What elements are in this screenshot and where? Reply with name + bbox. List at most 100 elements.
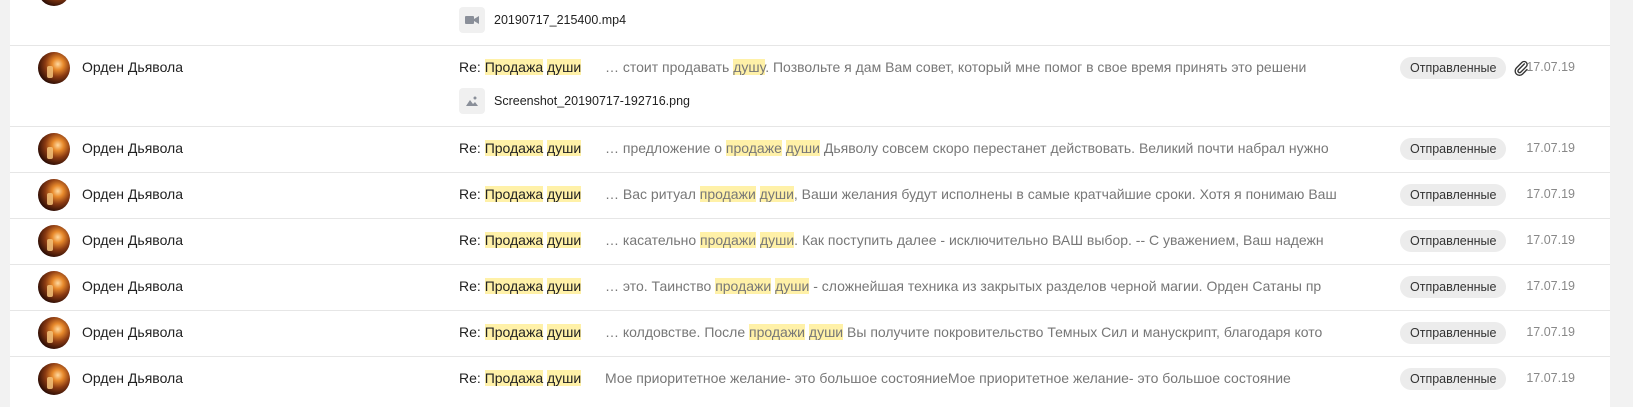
subject-prefix: Re: [459, 140, 485, 156]
snippet-text: … предложение о [605, 140, 726, 156]
message-snippet: … стоит продавать душу. Позвольте я дам … [605, 59, 1395, 75]
mail-row[interactable]: Орден Дьявола Re: Продажа души … предложен… [10, 126, 1610, 173]
mail-row[interactable]: Орден Дьявола Re: Продажа души … Вас ритуа… [10, 172, 1610, 219]
sender-name: Орден Дьявола [82, 140, 184, 156]
subject-highlight: души [547, 140, 582, 156]
snippet-highlight: продажи [715, 278, 772, 294]
sender-name: Орден Дьявола [82, 370, 184, 386]
avatar [38, 52, 70, 84]
snippet-highlight: души [808, 324, 844, 340]
date: 17.07.19 [1526, 187, 1575, 201]
snippet-text: … касательно [605, 232, 701, 248]
mail-row[interactable]: Орден Дьявола Re: Продажа души… это. Таин… [10, 264, 1610, 311]
snippet-highlight: душу [733, 59, 766, 75]
date: 17.07.19 [1526, 233, 1575, 247]
date: 17.07.19 [1526, 279, 1575, 293]
subject[interactable]: Re: Продажа души [459, 232, 582, 248]
avatar [38, 0, 70, 6]
subject-highlight: души [547, 370, 582, 386]
avatar [38, 133, 70, 165]
subject-highlight: Продажа [484, 59, 544, 75]
snippet-highlight: продаже [725, 140, 782, 156]
mail-row[interactable]: Орден Дьявола Re: Продажа души … касательн… [10, 218, 1610, 265]
snippet-text: … это. Таинство [605, 278, 716, 294]
subject-prefix: Re: [459, 59, 485, 75]
snippet-text: Дьяволу совсем скоро перестанет действов… [820, 140, 1329, 156]
mail-list: 20190717_215400.mp4 Орден Дьявола Re: Про… [10, 0, 1610, 407]
folder-badge[interactable]: Отправленные [1400, 276, 1507, 298]
attachment-name: 20190717_215400.mp4 [494, 13, 627, 27]
snippet-text: . Позвольте я дам Вам совет, который мне… [765, 59, 1307, 75]
sender-name: Орден Дьявола [82, 186, 184, 202]
subject-prefix: Re: [459, 370, 485, 386]
date: 17.07.19 [1526, 60, 1575, 74]
subject-highlight: Продажа [484, 370, 544, 386]
subject-prefix: Re: [459, 324, 485, 340]
snippet-highlight: души [785, 140, 820, 156]
folder-badge[interactable]: Отправленные [1400, 138, 1507, 160]
snippet-text: . Как поступить далее - исключительно ВА… [794, 232, 1324, 248]
snippet-highlight: продажи [700, 232, 757, 248]
mail-row-partial[interactable]: 20190717_215400.mp4 [10, 0, 1610, 45]
subject-prefix: Re: [459, 186, 485, 202]
snippet-text: … стоит продавать [605, 59, 734, 75]
subject-prefix: Re: [459, 278, 485, 294]
subject-highlight: души [547, 324, 582, 340]
subject[interactable]: Re: Продажа души [459, 59, 582, 75]
message-snippet: … Вас ритуал продажи души, Ваши желания … [605, 186, 1395, 202]
snippet-text: … Вас ритуал [605, 186, 700, 202]
subject-highlight: души [547, 232, 582, 248]
subject[interactable]: Re: Продажа души [459, 370, 582, 386]
attachment-chip[interactable]: Screenshot_20190717-192716.png [459, 88, 691, 114]
folder-badge[interactable]: Отправленные [1400, 322, 1507, 344]
mail-row[interactable]: Орден Дьявола Re: Продажа души Мое приорит… [10, 356, 1610, 403]
folder-badge[interactable]: Отправленные [1400, 57, 1507, 79]
snippet-highlight: души [759, 186, 794, 202]
sender-name: Орден Дьявола [82, 278, 184, 294]
avatar [38, 271, 70, 303]
attachment-chip[interactable]: 20190717_215400.mp4 [459, 7, 627, 33]
snippet-text: , Ваши желания будут исполнены в самые к… [793, 186, 1337, 202]
date: 17.07.19 [1526, 141, 1575, 155]
mail-row[interactable]: Орден Дьявола Re: Продажа души… колдовств… [10, 310, 1610, 357]
image-icon [459, 88, 485, 114]
avatar [38, 225, 70, 257]
snippet-highlight: души [759, 232, 795, 248]
mail-row[interactable]: Орден Дьявола Re: Продажа души … стоит про… [10, 45, 1610, 127]
sender-name: Орден Дьявола [82, 59, 184, 75]
subject-prefix: Re: [459, 232, 485, 248]
sender-name: Орден Дьявола [82, 324, 184, 340]
subject-highlight: Продажа [484, 324, 544, 340]
snippet-text: - сложнейшая техника из закрытых раздело… [809, 278, 1322, 294]
date: 17.07.19 [1526, 325, 1575, 339]
attachment-name: Screenshot_20190717-192716.png [494, 94, 691, 108]
subject[interactable]: Re: Продажа души [459, 140, 582, 156]
message-snippet: … колдовстве. После продажи души Вы полу… [605, 324, 1395, 340]
subject[interactable]: Re: Продажа души [459, 324, 582, 340]
subject-highlight: души [547, 59, 582, 75]
subject-highlight: души [547, 186, 582, 202]
video-icon [459, 7, 485, 33]
snippet-text: Вы получите покровительство Темных Сил и… [843, 324, 1323, 340]
subject-highlight: Продажа [484, 278, 544, 294]
sender-name: Орден Дьявола [82, 232, 184, 248]
snippet-highlight: продажи [749, 324, 806, 340]
avatar [38, 179, 70, 211]
subject-highlight: души [547, 278, 582, 294]
message-snippet: … это. Таинство продажи души - сложнейша… [605, 278, 1395, 294]
snippet-text: … колдовстве. После [605, 324, 750, 340]
message-snippet: Мое приоритетное желание- это большое со… [605, 370, 1395, 386]
subject[interactable]: Re: Продажа души [459, 186, 582, 202]
folder-badge[interactable]: Отправленные [1400, 184, 1507, 206]
avatar [38, 363, 70, 395]
message-snippet: … касательно продажи души. Как поступить… [605, 232, 1395, 248]
subject[interactable]: Re: Продажа души [459, 278, 582, 294]
snippet-highlight: души [775, 278, 810, 294]
avatar [38, 317, 70, 349]
folder-badge[interactable]: Отправленные [1400, 230, 1507, 252]
snippet-text: Мое приоритетное желание- это большое со… [605, 370, 1291, 386]
snippet-highlight: продажи [699, 186, 756, 202]
folder-badge[interactable]: Отправленные [1400, 368, 1507, 390]
message-snippet: … предложение о продаже души Дьяволу сов… [605, 140, 1395, 156]
date: 17.07.19 [1526, 371, 1575, 385]
